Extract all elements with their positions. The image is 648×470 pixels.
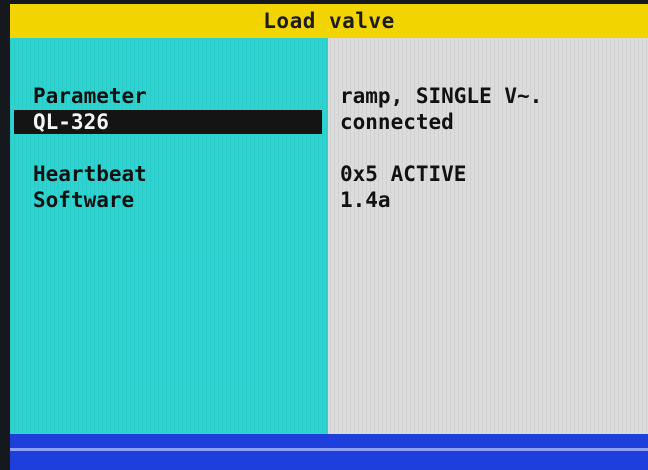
- status-bar-stripe: [10, 448, 648, 451]
- parameter-value: ramp, SINGLE V~.: [340, 84, 543, 108]
- heartbeat-value: 0x5 ACTIVE: [340, 162, 467, 186]
- status-bar: [10, 434, 648, 470]
- menu-item-device-selected[interactable]: QL-326: [33, 110, 109, 134]
- terminal-screen: Load valve Parameter ramp, SINGLE V~. QL…: [0, 0, 648, 470]
- software-version-value: 1.4a: [340, 188, 391, 212]
- menu-item-parameter[interactable]: Parameter: [33, 84, 147, 108]
- window-title: Load valve: [10, 4, 648, 38]
- menu-item-heartbeat[interactable]: Heartbeat: [33, 162, 147, 186]
- menu-item-software[interactable]: Software: [33, 188, 134, 212]
- connection-status-value: connected: [340, 110, 454, 134]
